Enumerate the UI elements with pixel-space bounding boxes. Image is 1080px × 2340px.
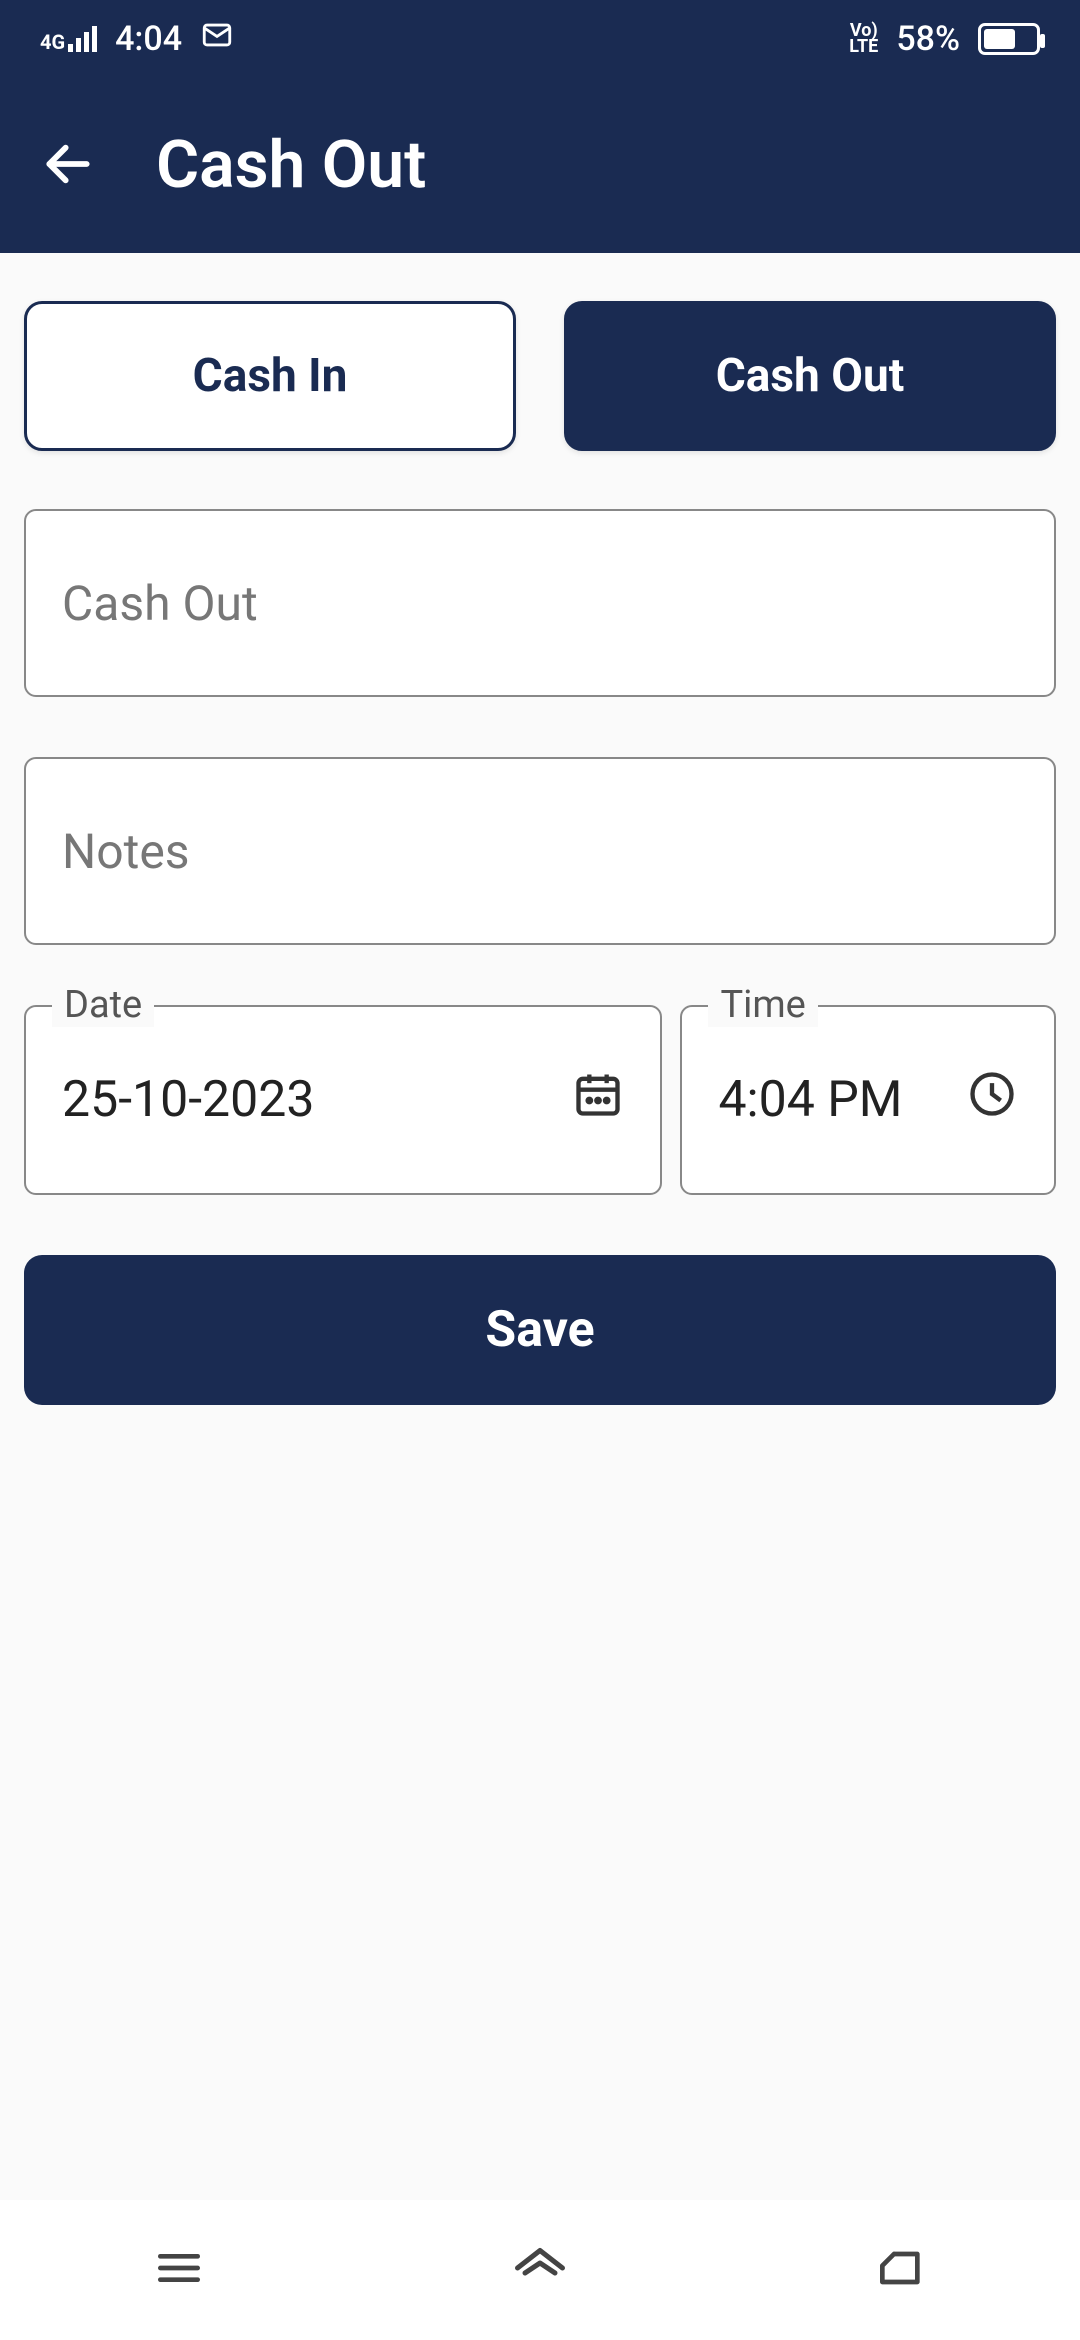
page-title: Cash Out — [156, 127, 426, 204]
system-nav-bar — [0, 2200, 1080, 2340]
time-label: Time — [708, 983, 817, 1027]
battery-icon — [978, 23, 1040, 55]
app-bar: Cash Out — [0, 78, 1080, 253]
clock: 4:04 — [115, 19, 182, 59]
date-fieldset: Date 25-10-2023 — [24, 1005, 662, 1195]
status-left: 4G 4:04 — [40, 18, 234, 61]
mail-icon — [200, 18, 234, 61]
time-input[interactable]: 4:04 PM — [680, 1005, 1056, 1195]
date-time-row: Date 25-10-2023 Time 4:04 PM — [24, 1005, 1056, 1195]
time-fieldset: Time 4:04 PM — [680, 1005, 1056, 1195]
save-button[interactable]: Save — [24, 1255, 1056, 1405]
date-input[interactable]: 25-10-2023 — [24, 1005, 662, 1195]
content-area: Cash In Cash Out Cash Out Notes Date 25-… — [0, 253, 1080, 1405]
date-label: Date — [52, 983, 154, 1027]
transaction-type-toggle: Cash In Cash Out — [24, 301, 1056, 451]
amount-field-wrapper: Cash Out — [24, 509, 1056, 697]
status-right: Vo) LTE 58% — [849, 19, 1040, 59]
calendar-icon — [572, 1068, 624, 1133]
notes-field-wrapper: Notes — [24, 757, 1056, 945]
clock-icon — [966, 1068, 1018, 1133]
date-value: 25-10-2023 — [62, 1071, 314, 1129]
amount-placeholder: Cash Out — [62, 575, 258, 632]
cash-out-button[interactable]: Cash Out — [564, 301, 1056, 451]
back-button[interactable] — [40, 136, 96, 196]
time-value: 4:04 PM — [718, 1071, 902, 1129]
recent-apps-button[interactable] — [151, 2240, 207, 2300]
battery-percent: 58% — [896, 19, 960, 59]
status-bar: 4G 4:04 Vo) LTE 58% — [0, 0, 1080, 78]
home-button[interactable] — [510, 2238, 570, 2302]
volte-icon: Vo) LTE — [849, 23, 878, 55]
cash-in-button[interactable]: Cash In — [24, 301, 516, 451]
back-nav-button[interactable] — [873, 2240, 929, 2300]
network-icon: 4G — [40, 26, 97, 52]
notes-placeholder: Notes — [62, 823, 190, 880]
notes-input[interactable]: Notes — [24, 757, 1056, 945]
arrow-left-icon — [40, 136, 96, 192]
amount-input[interactable]: Cash Out — [24, 509, 1056, 697]
